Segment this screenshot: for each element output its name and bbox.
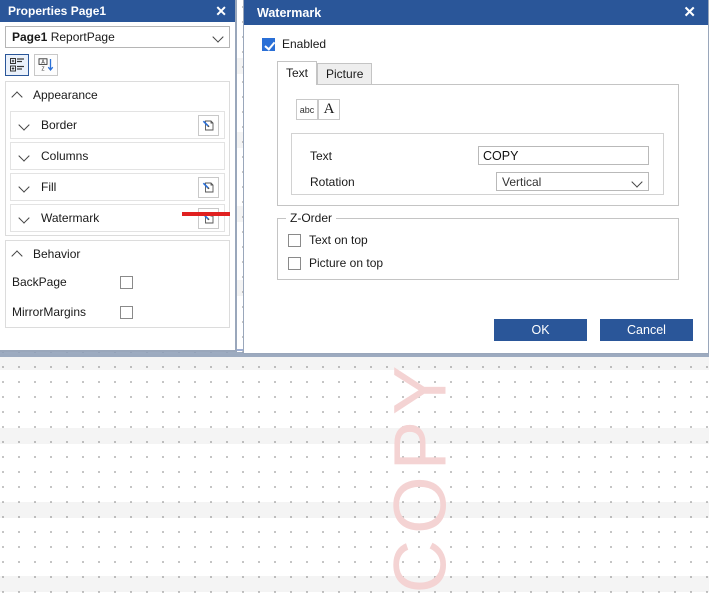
property-row-fill[interactable]: Fill — [10, 173, 225, 201]
group-header-appearance[interactable]: Appearance — [6, 82, 229, 108]
field-row-text: Text — [292, 146, 663, 165]
watermark-dialog-title: Watermark — [257, 5, 322, 20]
label-rotation: Rotation — [310, 174, 355, 189]
property-item-backpage: BackPage — [6, 267, 229, 297]
zorder-legend: Z-Order — [286, 211, 336, 225]
property-label-border: Border — [41, 118, 78, 132]
editor-pen-page-icon[interactable] — [198, 207, 219, 229]
watermark-text-preview: COPY — [378, 359, 462, 593]
chevron-down-icon — [632, 176, 644, 188]
cancel-button[interactable]: Cancel — [600, 319, 693, 341]
label-text: Text — [310, 148, 333, 163]
chevron-down-icon — [213, 31, 225, 43]
ok-button[interactable]: OK — [494, 319, 587, 341]
properties-panel: Properties Page1 ✕ Page1 ReportPage A Z … — [0, 0, 237, 352]
property-label-backpage: BackPage — [12, 275, 67, 289]
text-on-top-label: Text on top — [309, 233, 368, 247]
tab-picture[interactable]: Picture — [317, 63, 373, 85]
svg-text:Z: Z — [41, 67, 44, 72]
enabled-label: Enabled — [282, 37, 327, 51]
font-button-group: abc A — [278, 85, 678, 120]
chevron-down-icon — [19, 119, 31, 131]
chevron-down-icon — [19, 212, 31, 224]
alphabetical-sort-icon[interactable]: A Z — [34, 54, 58, 76]
picture-on-top-label: Picture on top — [309, 256, 384, 270]
tab-picture-label: Picture — [326, 67, 364, 81]
chevron-down-icon — [19, 181, 31, 193]
field-row-rotation: Rotation Vertical — [292, 172, 663, 191]
property-item-mirrormargins: MirrorMargins — [6, 297, 229, 327]
categorized-view-icon[interactable] — [5, 54, 29, 76]
chevron-up-icon — [12, 89, 24, 101]
chevron-down-icon — [19, 150, 31, 162]
property-label-mirrormargins: MirrorMargins — [12, 305, 87, 319]
property-groups: Appearance Border Columns Fill Watermark… — [0, 81, 235, 328]
fill-row-annotation-underline — [182, 212, 230, 216]
zorder-fieldset: Z-Order Text on top Picture on top — [277, 211, 679, 280]
watermark-tabs: Text Picture — [262, 61, 693, 85]
text-color-button-label: abc — [299, 104, 315, 115]
zorder-row-picture-on-top: Picture on top — [278, 256, 678, 270]
rotation-select[interactable]: Vertical — [496, 172, 649, 191]
property-row-border[interactable]: Border — [10, 111, 225, 139]
close-icon[interactable]: ✕ — [683, 5, 696, 20]
chevron-up-icon — [12, 248, 24, 260]
editor-pen-page-icon[interactable] — [198, 114, 219, 136]
tab-text[interactable]: Text — [277, 61, 318, 85]
group-label-behavior: Behavior — [33, 247, 81, 261]
close-icon[interactable]: ✕ — [213, 4, 229, 18]
page-watermark-preview: COPY — [300, 355, 540, 597]
picture-on-top-checkbox[interactable] — [288, 256, 301, 270]
enabled-row: Enabled — [262, 37, 693, 51]
property-label-columns: Columns — [41, 149, 89, 163]
property-group-behavior: Behavior BackPage MirrorMargins — [5, 240, 230, 328]
properties-toolbar: A Z — [0, 48, 235, 81]
mirrormargins-checkbox[interactable] — [120, 305, 133, 319]
property-label-watermark: Watermark — [41, 211, 100, 225]
watermark-dialog: Watermark ✕ Enabled Text Picture abc A T… — [243, 0, 709, 354]
editor-pen-page-icon[interactable] — [198, 176, 219, 198]
font-button[interactable]: A — [318, 99, 340, 120]
tab-text-label: Text — [286, 66, 309, 80]
group-header-behavior[interactable]: Behavior — [6, 241, 229, 267]
text-on-top-checkbox[interactable] — [288, 233, 301, 247]
text-color-button[interactable]: abc — [296, 99, 318, 120]
dialog-button-bar: OK Cancel — [494, 319, 693, 341]
backpage-checkbox[interactable] — [120, 275, 133, 289]
text-tab-panel: abc A Text Rotation Vertical — [277, 84, 679, 206]
group-label-appearance: Appearance — [33, 88, 98, 102]
property-row-columns[interactable]: Columns — [10, 142, 225, 170]
object-selector-type: ReportPage — [50, 30, 115, 44]
object-selector-label: Page1 ReportPage — [12, 30, 213, 44]
properties-panel-titlebar: Properties Page1 ✕ — [0, 0, 235, 22]
properties-panel-title: Properties Page1 — [8, 4, 107, 18]
watermark-dialog-body: Enabled Text Picture abc A Text COPY Rot… — [244, 25, 708, 280]
property-row-watermark[interactable]: Watermark — [10, 204, 225, 232]
watermark-text-fields: Text Rotation Vertical — [291, 133, 664, 195]
enabled-checkbox[interactable] — [262, 37, 275, 51]
rotation-value: Vertical — [502, 174, 542, 189]
property-label-fill: Fill — [41, 180, 57, 194]
watermark-text-input[interactable] — [478, 146, 649, 165]
object-selector-name: Page1 — [12, 30, 48, 44]
font-button-label: A — [323, 101, 335, 117]
object-selector-combo[interactable]: Page1 ReportPage — [5, 26, 230, 48]
zorder-row-text-on-top: Text on top — [278, 233, 678, 247]
watermark-dialog-titlebar: Watermark ✕ — [244, 0, 708, 25]
